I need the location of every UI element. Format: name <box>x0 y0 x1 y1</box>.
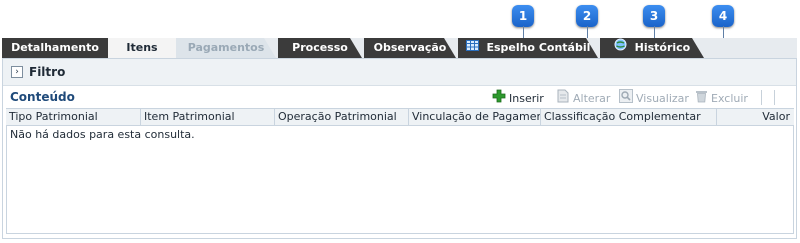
toolbar-separator <box>761 90 762 105</box>
delete-button: Excluir <box>695 89 748 107</box>
tab-observacao[interactable]: Observação <box>364 38 456 58</box>
filter-section[interactable]: › Filtro <box>3 59 796 86</box>
edit-document-icon <box>557 89 570 109</box>
empty-table-message: Não há dados para esta consulta. <box>10 128 195 141</box>
tab-label: Histórico <box>634 41 691 54</box>
column-header-operacao-patrimonial[interactable]: Operação Patrimonial <box>275 109 409 125</box>
column-header-valor[interactable]: Valor <box>717 109 794 125</box>
table-header: Tipo Patrimonial Item Patrimonial Operaç… <box>6 108 794 126</box>
tab-label: Processo <box>292 41 348 54</box>
callout-marker-4: 4 <box>712 5 734 27</box>
history-globe-icon <box>614 38 627 58</box>
tab-espelho-contabil[interactable]: Espelho Contábil <box>458 38 598 58</box>
tab-bar: Detalhamento Itens Pagamentos Processo O… <box>2 38 797 58</box>
callout-marker-1: 1 <box>512 5 534 27</box>
tab-itens[interactable]: Itens <box>108 38 176 58</box>
magnifier-icon <box>619 89 633 109</box>
view-label: Visualizar <box>636 92 689 105</box>
chevron-right-icon[interactable]: › <box>11 66 23 78</box>
view-button: Visualizar <box>619 89 689 107</box>
tab-detalhamento[interactable]: Detalhamento <box>2 38 108 58</box>
filter-label: Filtro <box>29 65 66 79</box>
content-panel: › Filtro Conteúdo Inserir Alterar Visual… <box>2 58 797 239</box>
table-icon <box>466 38 479 58</box>
tab-historico[interactable]: Histórico <box>600 38 704 58</box>
toolbar-separator <box>774 90 775 105</box>
column-header-item-patrimonial[interactable]: Item Patrimonial <box>141 109 275 125</box>
tab-label: Detalhamento <box>11 41 99 54</box>
tab-label: Observação <box>373 41 447 54</box>
column-header-classificacao-complementar[interactable]: Classificação Complementar <box>541 109 717 125</box>
tab-processo[interactable]: Processo <box>278 38 362 58</box>
insert-button[interactable]: Inserir <box>492 89 544 107</box>
callout-marker-3: 3 <box>643 5 665 27</box>
tab-label: Espelho Contábil <box>486 41 591 54</box>
callout-marker-2: 2 <box>576 5 598 27</box>
edit-label: Alterar <box>573 92 611 105</box>
edit-button: Alterar <box>557 89 610 107</box>
tab-label: Pagamentos <box>187 41 265 54</box>
content-title: Conteúdo <box>10 90 75 104</box>
trash-icon <box>695 89 708 109</box>
column-header-tipo-patrimonial[interactable]: Tipo Patrimonial <box>6 109 141 125</box>
column-header-vinculacao-pagamento[interactable]: Vinculação de Pagamento <box>409 109 541 125</box>
tab-label: Itens <box>126 41 158 54</box>
delete-label: Excluir <box>711 92 748 105</box>
tab-pagamentos: Pagamentos <box>176 38 276 58</box>
insert-label: Inserir <box>509 92 544 105</box>
plus-icon <box>492 89 506 109</box>
table-body: Não há dados para esta consulta. <box>6 126 794 234</box>
